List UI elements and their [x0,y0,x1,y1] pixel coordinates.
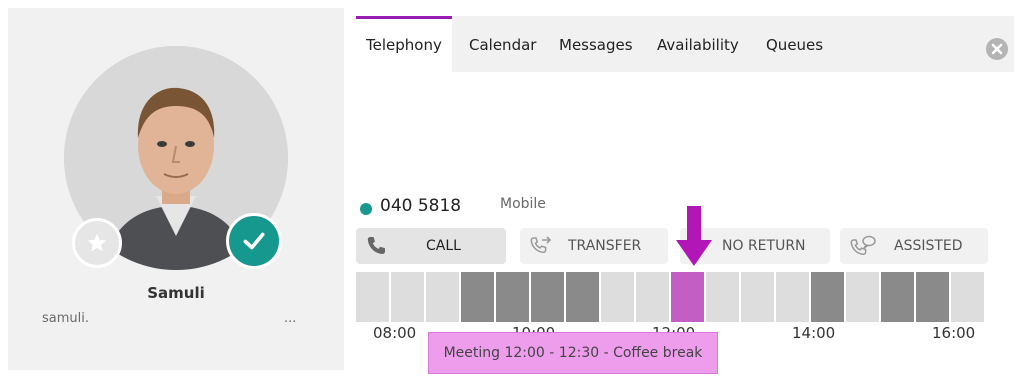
timeline-slot-free[interactable] [426,272,459,322]
close-icon [991,43,1003,55]
timeline-slot-busy[interactable] [916,272,949,322]
phone-icon [367,237,385,254]
timeline-slot-free[interactable] [601,272,634,322]
more-ellipsis[interactable]: ... [284,311,296,326]
timeline-slot-meeting[interactable] [671,272,704,322]
timeline-slot-busy[interactable] [496,272,529,322]
no-return-label: NO RETURN [722,238,806,254]
phone-type: Mobile [500,196,546,212]
timeline-slot-free[interactable] [741,272,774,322]
timeline-slot-free[interactable] [636,272,669,322]
phone-status-dot [360,203,372,215]
availability-timeline [356,272,986,322]
timeline-slot-busy[interactable] [531,272,564,322]
favorite-star-button[interactable] [72,218,122,268]
transfer-label: TRANSFER [568,238,642,254]
arrow-down-icon [676,206,712,266]
call-button[interactable]: CALL [356,228,506,264]
tab-availability[interactable]: Availability [647,16,749,72]
time-tick: 14:00 [792,324,836,342]
tab-telephony[interactable]: Telephony [356,16,452,72]
transfer-icon [530,236,552,254]
profile-panel: Samuli samuli. ... [8,8,344,370]
time-tick: 08:00 [373,324,417,342]
tab-messages[interactable]: Messages [549,16,643,72]
assisted-label: ASSISTED [894,238,963,254]
contact-name: Samuli [147,284,205,302]
timeline-slot-busy[interactable] [461,272,494,322]
timeline-slot-free[interactable] [706,272,739,322]
tab-bar: Telephony Calendar Messages Availability… [356,16,1014,72]
timeline-slot-free[interactable] [846,272,879,322]
checkmark-icon [243,232,265,250]
meeting-tooltip: Meeting 12:00 - 12:30 - Coffee break [428,332,718,374]
transfer-button[interactable]: TRANSFER [520,228,668,264]
details-panel: Telephony Calendar Messages Availability… [356,8,1014,374]
time-tick: 16:00 [932,324,976,342]
timeline-slot-free[interactable] [356,272,389,322]
timeline-slot-free[interactable] [951,272,984,322]
tab-queues[interactable]: Queues [756,16,833,72]
timeline-slot-busy[interactable] [811,272,844,322]
contact-email: samuli. [42,311,89,326]
timeline-slot-free[interactable] [776,272,809,322]
star-icon [87,233,107,252]
timeline-slot-busy[interactable] [881,272,914,322]
availability-status-badge [226,213,282,269]
timeline-slot-busy[interactable] [566,272,599,322]
assisted-button[interactable]: ASSISTED [840,228,988,264]
close-button[interactable] [986,38,1008,60]
call-label: CALL [426,238,461,254]
timeline-slot-free[interactable] [391,272,424,322]
phone-number: 040 5818 [380,196,462,216]
assisted-icon [850,235,876,256]
tab-calendar[interactable]: Calendar [459,16,546,72]
